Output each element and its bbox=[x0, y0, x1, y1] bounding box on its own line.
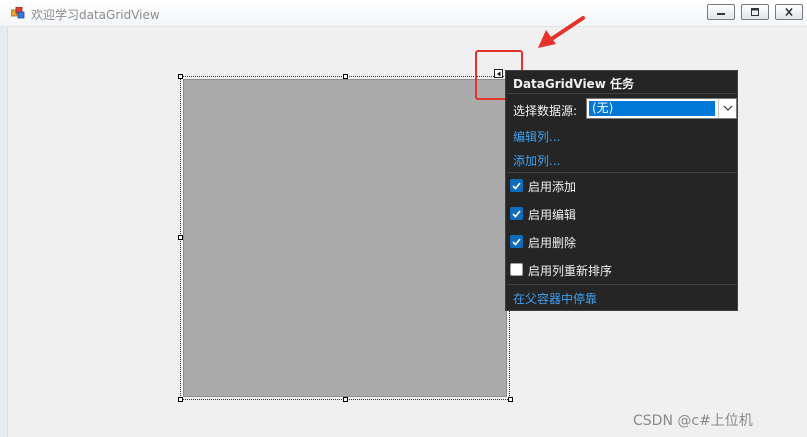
resize-handle-bottom-left[interactable] bbox=[178, 397, 183, 402]
tasks-panel-title: DataGridView 任务 bbox=[513, 77, 634, 91]
data-source-label: 选择数据源: bbox=[513, 104, 578, 118]
close-icon bbox=[785, 8, 793, 16]
title-bar[interactable]: 欢迎学习dataGridView bbox=[0, 0, 807, 27]
form-app-icon bbox=[10, 6, 25, 19]
enable-editing-label: 启用编辑 bbox=[528, 208, 577, 222]
resize-handle-left[interactable] bbox=[178, 235, 183, 240]
enable-column-reordering-checkbox[interactable] bbox=[510, 263, 523, 276]
add-column-link[interactable]: 添加列... bbox=[513, 152, 560, 169]
data-source-selected-value: (无) bbox=[589, 101, 715, 116]
resize-handle-bottom[interactable] bbox=[343, 397, 348, 402]
datagridview-tasks-panel: DataGridView 任务 选择数据源: (无) 编辑列... 添加列...… bbox=[505, 70, 738, 311]
watermark-text: CSDN @c#上位机 bbox=[633, 413, 753, 429]
resize-handle-top[interactable] bbox=[343, 74, 348, 79]
divider bbox=[507, 172, 737, 173]
datagridview-control[interactable] bbox=[183, 79, 507, 397]
maximize-button[interactable] bbox=[741, 4, 769, 20]
window-title: 欢迎学习dataGridView bbox=[31, 8, 160, 22]
checkmark-icon bbox=[512, 238, 521, 246]
dropdown-toggle[interactable] bbox=[718, 99, 736, 118]
chevron-down-icon bbox=[723, 105, 733, 111]
enable-adding-checkbox[interactable] bbox=[510, 179, 523, 192]
close-button[interactable] bbox=[775, 4, 803, 20]
enable-column-reordering-label: 启用列重新排序 bbox=[528, 264, 613, 278]
checkmark-icon bbox=[512, 182, 521, 190]
minimize-button[interactable] bbox=[707, 4, 735, 20]
checkmark-icon bbox=[512, 210, 521, 218]
data-source-dropdown[interactable]: (无) bbox=[586, 98, 737, 119]
divider bbox=[507, 284, 737, 285]
resize-handle-bottom-right[interactable] bbox=[508, 397, 513, 402]
minimize-icon bbox=[717, 13, 725, 15]
enable-editing-checkbox[interactable] bbox=[510, 207, 523, 220]
enable-adding-label: 启用添加 bbox=[528, 180, 577, 194]
maximize-icon bbox=[751, 8, 759, 16]
edit-columns-link[interactable]: 编辑列... bbox=[513, 128, 560, 145]
enable-deleting-checkbox[interactable] bbox=[510, 235, 523, 248]
divider bbox=[507, 93, 737, 94]
enable-deleting-label: 启用删除 bbox=[528, 236, 577, 250]
resize-handle-top-left[interactable] bbox=[178, 74, 183, 79]
annotation-arrow-icon bbox=[538, 16, 585, 48]
window-left-border bbox=[0, 0, 8, 437]
designer-window: 欢迎学习dataGridView DataGridView 任务 选择数据源: … bbox=[0, 0, 807, 437]
dock-in-parent-link[interactable]: 在父容器中停靠 bbox=[513, 290, 597, 307]
